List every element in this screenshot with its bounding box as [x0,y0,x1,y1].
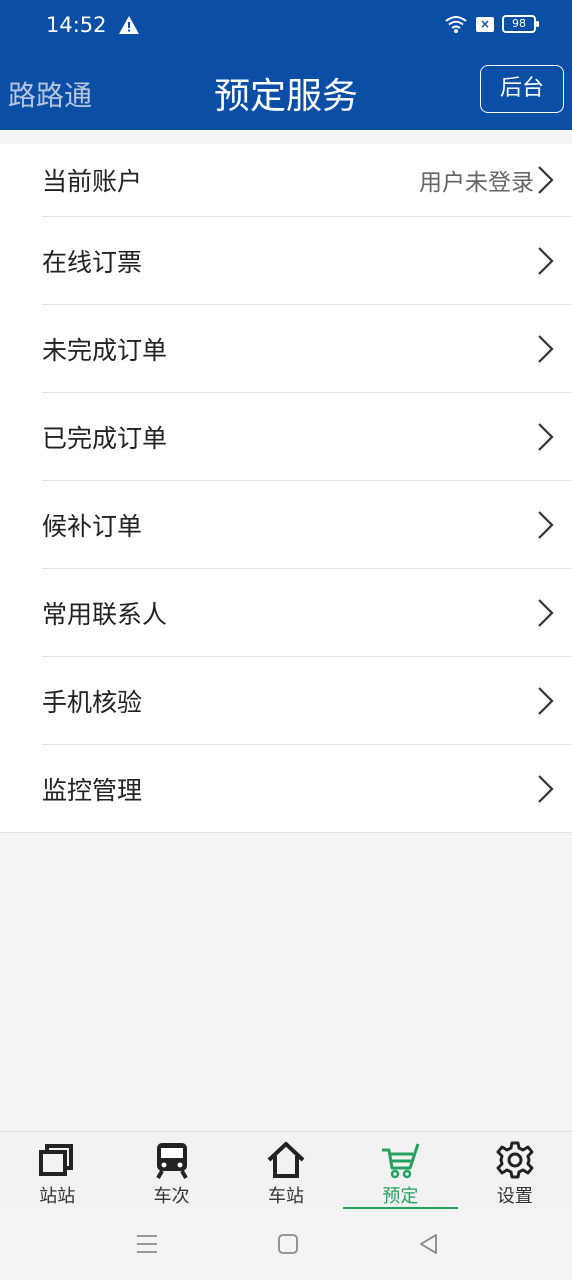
wifi-icon [445,16,467,33]
alert-icon [119,16,139,34]
nav-label: 车站 [268,1186,305,1207]
menu-list: 当前账户 用户未登录 在线订票 未完成订单 已完成订单 候补订单 常用联系人 手… [0,144,572,833]
home-icon [267,1142,305,1178]
nav-station-to-station[interactable]: 站站 [0,1132,114,1210]
chevron-right-icon [538,774,554,803]
app-name: 路路通 [8,79,93,112]
nav-station[interactable]: 车站 [229,1132,343,1210]
status-indicators: × 98 [444,14,539,34]
home-square-icon[interactable] [275,1231,301,1257]
station-to-station-icon [39,1144,74,1176]
menu-item-label: 已完成订单 [42,423,168,453]
menu-icon[interactable] [134,1231,160,1257]
menu-item-label: 常用联系人 [42,599,168,629]
menu-item-label: 监控管理 [42,775,143,805]
menu-item-label: 在线订票 [42,247,143,277]
menu-item-online-booking[interactable]: 在线订票 [42,217,572,305]
back-icon[interactable] [416,1231,442,1257]
chevron-right-icon [538,598,554,627]
no-sim-icon: × [476,16,494,32]
nav-label: 预定 [382,1186,419,1207]
system-nav-bar [0,1209,572,1280]
battery-icon: 98 [502,15,539,33]
menu-item-label: 手机核验 [42,687,143,717]
nav-label: 车次 [153,1186,190,1207]
nav-settings[interactable]: 设置 [458,1132,572,1210]
chevron-right-icon [538,422,554,451]
nav-train[interactable]: 车次 [114,1132,228,1210]
train-icon [155,1143,188,1179]
menu-item-label: 当前账户 [42,167,143,196]
menu-item-completed-orders[interactable]: 已完成订单 [42,393,572,481]
nav-label: 设置 [496,1186,533,1207]
menu-item-waitlist-orders[interactable]: 候补订单 [42,481,572,569]
bottom-nav: 站站 车次 车站 预定 设置 [0,1131,572,1210]
menu-item-monitor-management[interactable]: 监控管理 [42,745,572,832]
menu-item-current-account[interactable]: 当前账户 用户未登录 [42,144,572,217]
chevron-right-icon [538,510,554,539]
account-status: 用户未登录 [419,170,534,196]
menu-item-label: 未完成订单 [42,335,168,365]
cart-icon [382,1143,420,1179]
gear-icon [496,1141,534,1179]
chevron-right-icon [538,166,554,194]
menu-item-frequent-contacts[interactable]: 常用联系人 [42,569,572,657]
app-bar: 路路通 预定服务 后台 [0,52,572,130]
menu-item-phone-verification[interactable]: 手机核验 [42,657,572,745]
admin-button[interactable]: 后台 [480,65,564,113]
chevron-right-icon [538,246,554,275]
nav-label: 站站 [39,1186,76,1207]
chevron-right-icon [538,686,554,715]
nav-booking[interactable]: 预定 [343,1132,458,1210]
status-bar: 14:52 × 98 [0,0,572,52]
chevron-right-icon [538,334,554,363]
menu-item-label: 候补订单 [42,511,143,541]
status-time: 14:52 [46,13,107,37]
menu-item-pending-orders[interactable]: 未完成订单 [42,305,572,393]
